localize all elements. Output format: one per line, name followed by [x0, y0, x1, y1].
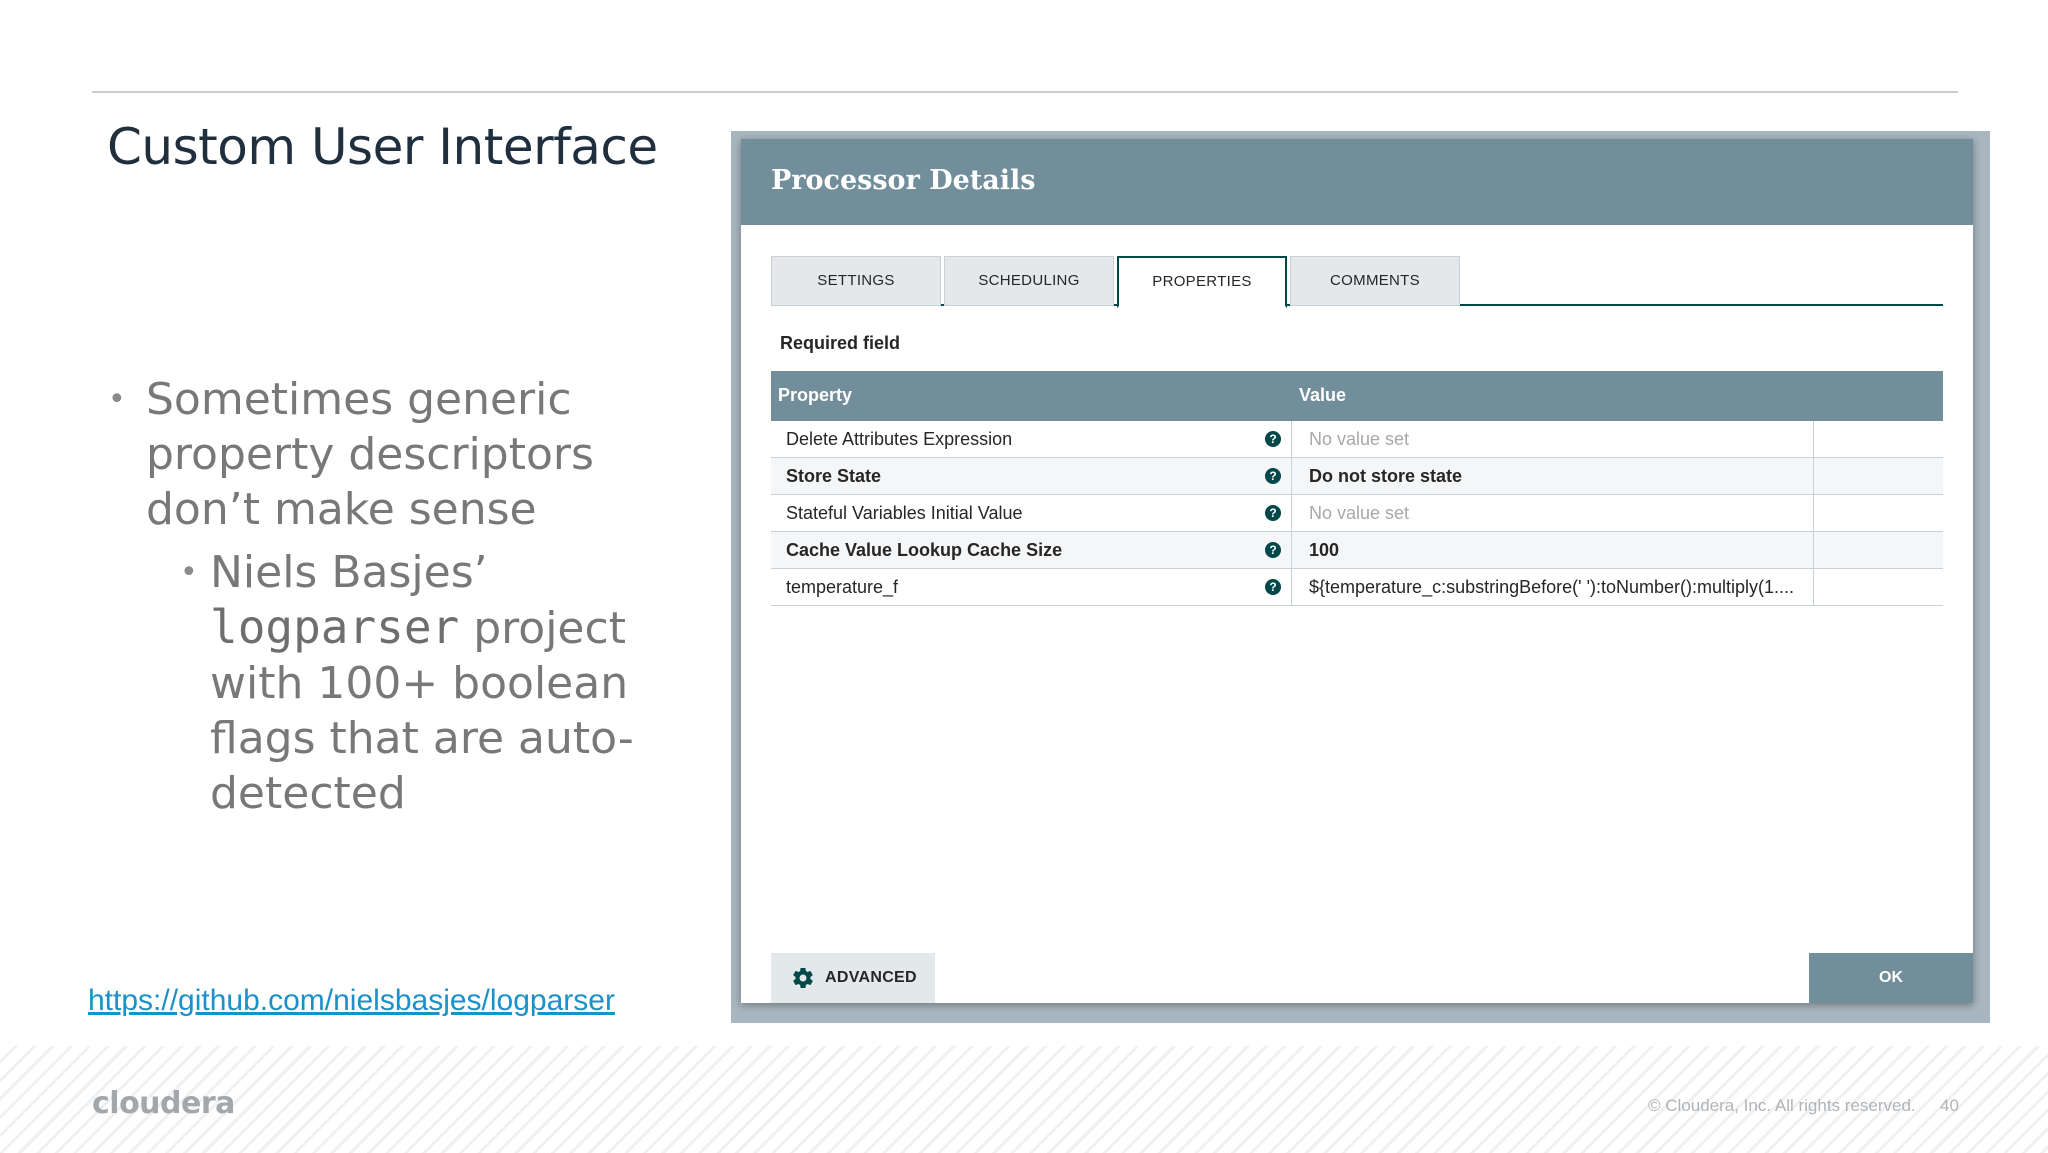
question-circle-icon[interactable]: ? [1265, 431, 1281, 447]
table-row[interactable]: Cache Value Lookup Cache Size ? 100 [771, 532, 1943, 569]
property-name: Stateful Variables Initial Value [786, 503, 1023, 523]
property-name: Store State [786, 466, 882, 486]
advanced-button-label: ADVANCED [825, 969, 917, 986]
code-logparser: logparser [210, 600, 460, 654]
cell-divider [1291, 421, 1292, 457]
property-value[interactable]: No value set [1309, 429, 1809, 450]
question-circle-icon[interactable]: ? [1265, 468, 1281, 484]
cell-divider [1813, 421, 1814, 457]
slide-title: Custom User Interface [107, 118, 658, 176]
dialog-header: Processor Details [741, 139, 1973, 225]
tab-scheduling[interactable]: SCHEDULING [944, 256, 1114, 306]
property-value[interactable]: 100 [1309, 540, 1809, 561]
table-row[interactable]: temperature_f ? ${temperature_c:substrin… [771, 569, 1943, 606]
footer-copyright: © Cloudera, Inc. All rights reserved. [1648, 1096, 1916, 1115]
question-circle-icon[interactable]: ? [1265, 505, 1281, 521]
sub-bullet-text-pre: Niels Basjes’ [210, 547, 488, 598]
tab-bar: SETTINGS SCHEDULING PROPERTIES COMMENTS [771, 256, 1943, 308]
cloudera-logo: cloudera [92, 1086, 235, 1121]
advanced-button[interactable]: ADVANCED [771, 953, 935, 1003]
property-name: Cache Value Lookup Cache Size [786, 540, 1063, 560]
tab-properties[interactable]: PROPERTIES [1117, 256, 1287, 308]
question-circle-icon[interactable]: ? [1265, 579, 1281, 595]
cell-divider [1813, 495, 1814, 531]
bullet-item: Sometimes generic property descriptors d… [108, 372, 668, 537]
property-value[interactable]: ${temperature_c:substringBefore(' '):toN… [1309, 577, 1809, 598]
cell-divider [1291, 532, 1292, 568]
dialog-title: Processor Details [771, 165, 1036, 196]
tab-comments[interactable]: COMMENTS [1290, 256, 1460, 306]
cell-divider [1291, 569, 1292, 605]
column-header-value: Value [1299, 385, 1347, 405]
sub-bullet-item: Niels Basjes’ logparser project with 100… [172, 545, 668, 821]
tab-settings[interactable]: SETTINGS [771, 256, 941, 306]
cell-divider [1813, 458, 1814, 494]
logparser-link[interactable]: https://github.com/nielsbasjes/logparser [88, 984, 615, 1018]
property-value[interactable]: Do not store state [1309, 466, 1809, 487]
top-divider [92, 91, 1958, 93]
ok-button[interactable]: OK [1809, 953, 1973, 1003]
gear-icon [793, 968, 813, 989]
cell-divider [1813, 569, 1814, 605]
table-header: Property Value [771, 371, 1943, 421]
page-number: 40 [1940, 1096, 1959, 1115]
table-row[interactable]: Stateful Variables Initial Value ? No va… [771, 495, 1943, 532]
column-header-property: Property [778, 385, 853, 405]
cell-divider [1291, 495, 1292, 531]
property-value[interactable]: No value set [1309, 503, 1809, 524]
properties-table: Property Value Delete Attributes Express… [771, 371, 1943, 606]
cell-divider [1813, 532, 1814, 568]
property-name: temperature_f [786, 577, 899, 597]
processor-details-dialog: Processor Details SETTINGS SCHEDULING PR… [741, 139, 1973, 1003]
table-row[interactable]: Delete Attributes Expression ? No value … [771, 421, 1943, 458]
property-name: Delete Attributes Expression [786, 429, 1013, 449]
bullet-list: Sometimes generic property descriptors d… [108, 372, 668, 821]
table-row[interactable]: Store State ? Do not store state [771, 458, 1943, 495]
question-circle-icon[interactable]: ? [1265, 542, 1281, 558]
required-field-label: Required field [780, 333, 901, 353]
cell-divider [1291, 458, 1292, 494]
